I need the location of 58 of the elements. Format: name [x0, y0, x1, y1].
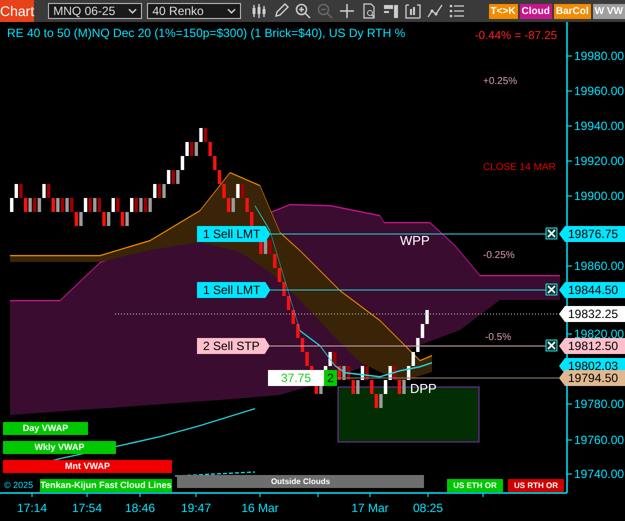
price-tick: 19940.00	[574, 118, 624, 134]
symbol-dropdown[interactable]: MNQ 06-25	[48, 3, 142, 19]
chart-annotation: -0.25%	[483, 250, 515, 262]
copyright-text: © 2025	[4, 479, 34, 492]
time-tick: 08:25	[412, 501, 444, 515]
order-price-label: 19812.50	[559, 338, 625, 354]
price-tick: 19960.00	[574, 83, 624, 99]
indicator-toggle[interactable]: Cloud	[520, 4, 552, 18]
crosshair-icon[interactable]	[338, 3, 355, 19]
bar-layout-icon[interactable]	[382, 3, 399, 19]
order-label[interactable]: 1 Sell LMT	[197, 226, 270, 242]
order-price-label: 19876.75	[559, 226, 625, 242]
status-badge: Outside Clouds	[177, 475, 424, 488]
chart-annotation: +0.25%	[483, 76, 518, 88]
pnl-reading: -0.44% = -87.25	[474, 30, 557, 42]
price-tick: 19900.00	[574, 188, 624, 204]
list-icon[interactable]	[448, 3, 465, 19]
order-label[interactable]: 2 Sell STP	[197, 338, 270, 354]
cancel-order-icon[interactable]	[546, 228, 558, 240]
time-tick: 17 Mar	[351, 501, 389, 515]
chart-annotation: WPP	[400, 234, 430, 248]
time-tick: 17:54	[72, 501, 102, 515]
price-tick: 19920.00	[574, 153, 624, 169]
status-badge: US RTH OR	[508, 479, 564, 492]
price-tick: 19780.00	[574, 396, 624, 412]
time-tick: 18:46	[124, 501, 156, 515]
cancel-order-icon[interactable]	[546, 340, 558, 352]
time-tick: 19:47	[180, 501, 212, 515]
zoom-in-icon[interactable]	[294, 3, 311, 19]
status-badge: US ETH OR	[447, 479, 503, 492]
time-tick: 16 Mar	[241, 501, 279, 515]
cancel-order-icon[interactable]	[546, 284, 558, 296]
legend-bar: Wkly VWAP	[3, 441, 116, 454]
price-tick: 19860.00	[574, 258, 624, 274]
line-chart-icon[interactable]	[426, 3, 443, 19]
order-label[interactable]: 1 Sell LMT	[197, 282, 270, 298]
chevron-down-icon	[128, 8, 138, 14]
price-label: 19832.25	[559, 306, 625, 322]
position-quantity: 2	[324, 370, 337, 386]
chart-annotation: CLOSE 14 MAR	[483, 162, 556, 174]
document-search-icon[interactable]	[360, 3, 377, 19]
time-tick: 17:14	[16, 501, 48, 515]
bar-chart-icon[interactable]	[404, 3, 421, 19]
price-tick: 19760.00	[574, 432, 624, 448]
candlestick-icon[interactable]	[250, 3, 267, 19]
bar-type-dropdown[interactable]: 40 Renko	[147, 3, 241, 19]
chart-title: RE 40 to 50 (M)NQ Dec 20 (1%=150p=$300) (1 Brick=$40), US Dy RTH %	[7, 26, 406, 40]
chart-annotation: -0.5%	[485, 332, 512, 344]
price-tick: 19980.00	[574, 48, 624, 64]
position-pnl: 37.75	[268, 370, 324, 386]
chevron-down-icon	[226, 8, 236, 14]
price-label: 19794.50	[559, 370, 625, 386]
order-price-label: 19844.50	[559, 282, 625, 298]
legend-bar: Day VWAP	[3, 422, 88, 435]
legend-bar: Mnt VWAP	[3, 460, 172, 473]
pencil-icon[interactable]	[272, 3, 289, 19]
legend-bar: Tenkan-Kijun Fast Cloud Lines	[40, 479, 172, 492]
price-tick: 19740.00	[574, 466, 624, 482]
